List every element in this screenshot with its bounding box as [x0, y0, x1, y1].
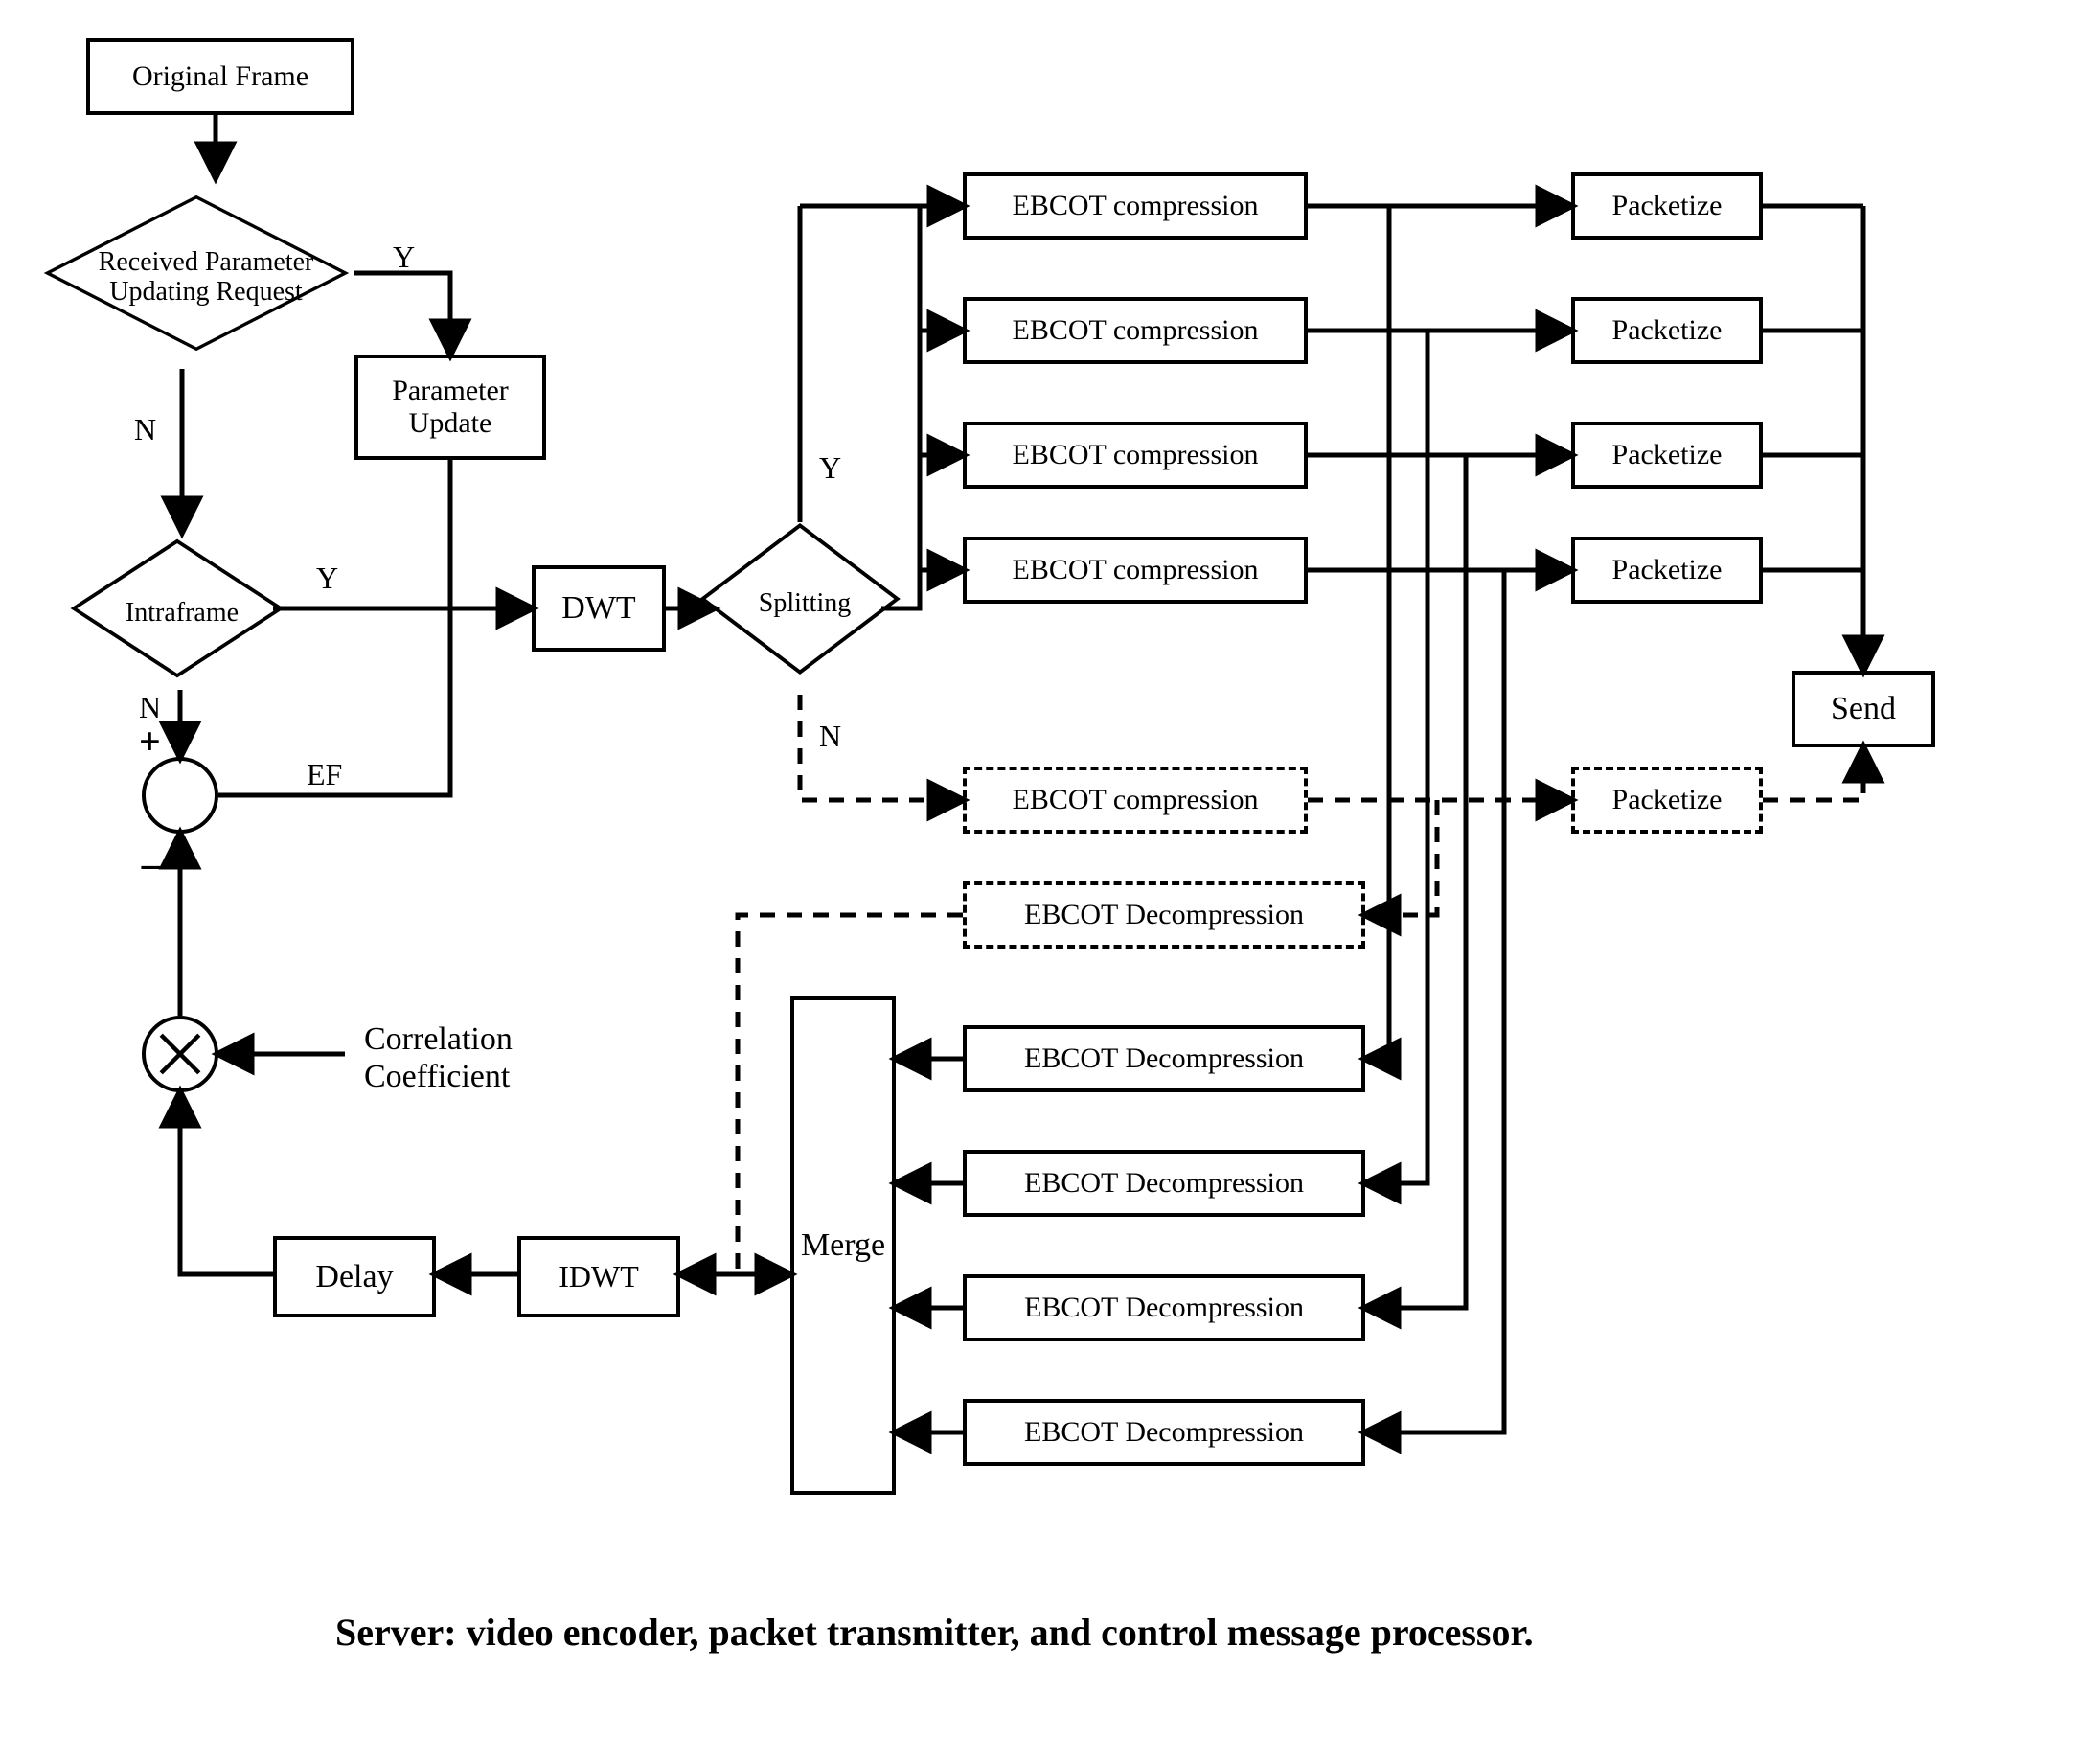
caption-text: Server: video encoder, packet transmitte…	[335, 1611, 1534, 1654]
original-frame-label: Original Frame	[132, 60, 308, 94]
packetize-3-label: Packetize	[1612, 439, 1723, 472]
minus-label: −	[139, 843, 163, 892]
multiplier-circle	[142, 1016, 218, 1092]
parameter-update-label: Parameter Update	[366, 375, 535, 441]
packetize-1: Packetize	[1571, 172, 1763, 240]
ebcot-decomp-2: EBCOT Decompression	[963, 1150, 1365, 1217]
ebcot-comp-dashed: EBCOT compression	[963, 767, 1308, 834]
param-n-label: N	[134, 412, 156, 447]
packetize-dashed-label: Packetize	[1612, 784, 1723, 817]
ebcot-comp-2-label: EBCOT compression	[1013, 314, 1259, 348]
dwt-box: DWT	[532, 565, 666, 652]
ef-label: EF	[307, 757, 342, 792]
ebcot-decomp-4-label: EBCOT Decompression	[1024, 1416, 1304, 1450]
packetize-4: Packetize	[1571, 537, 1763, 604]
packetize-dashed: Packetize	[1571, 767, 1763, 834]
packetize-3: Packetize	[1571, 422, 1763, 489]
ebcot-decomp-1-label: EBCOT Decompression	[1024, 1042, 1304, 1076]
merge-label: Merge	[801, 1226, 885, 1264]
subtractor-circle	[142, 757, 218, 834]
intraframe-label: Intraframe	[126, 599, 239, 629]
splitting-label: Splitting	[759, 589, 851, 619]
send-label: Send	[1831, 690, 1896, 727]
packetize-4-label: Packetize	[1612, 554, 1723, 587]
ebcot-comp-2: EBCOT compression	[963, 297, 1308, 364]
ebcot-comp-dashed-label: EBCOT compression	[1013, 784, 1259, 817]
intra-y-label: Y	[316, 561, 338, 596]
ebcot-decomp-dashed-label: EBCOT Decompression	[1024, 899, 1304, 932]
correlation-label: Correlation Coefficient	[364, 1020, 513, 1095]
packetize-2-label: Packetize	[1612, 314, 1723, 348]
ebcot-decomp-3-label: EBCOT Decompression	[1024, 1292, 1304, 1325]
idwt-label: IDWT	[559, 1259, 639, 1294]
param-y-label: Y	[393, 240, 415, 275]
ebcot-comp-1-label: EBCOT compression	[1013, 190, 1259, 223]
split-n-label: N	[819, 719, 841, 754]
split-y-label: Y	[819, 450, 841, 486]
delay-box: Delay	[273, 1236, 436, 1317]
diagram-canvas: Original Frame Parameter Update DWT EBCO…	[0, 0, 2100, 1740]
merge-box: Merge	[790, 996, 896, 1495]
param-decision-label: Received Parameter Updating Request	[99, 248, 314, 308]
packetize-1-label: Packetize	[1612, 190, 1723, 223]
ebcot-decomp-1: EBCOT Decompression	[963, 1025, 1365, 1092]
packetize-2: Packetize	[1571, 297, 1763, 364]
ebcot-decomp-3: EBCOT Decompression	[963, 1274, 1365, 1341]
diagram-caption: Server: video encoder, packet transmitte…	[335, 1610, 1534, 1655]
ebcot-comp-3: EBCOT compression	[963, 422, 1308, 489]
ebcot-comp-4: EBCOT compression	[963, 537, 1308, 604]
intra-n-label: N	[139, 690, 161, 725]
ebcot-decomp-2-label: EBCOT Decompression	[1024, 1167, 1304, 1201]
ebcot-decomp-dashed: EBCOT Decompression	[963, 881, 1365, 949]
dwt-label: DWT	[561, 589, 635, 627]
ebcot-comp-3-label: EBCOT compression	[1013, 439, 1259, 472]
ebcot-comp-1: EBCOT compression	[963, 172, 1308, 240]
send-box: Send	[1792, 671, 1935, 747]
plus-label: +	[139, 719, 161, 764]
delay-label: Delay	[315, 1258, 393, 1295]
ebcot-decomp-4: EBCOT Decompression	[963, 1399, 1365, 1466]
ebcot-comp-4-label: EBCOT compression	[1013, 554, 1259, 587]
idwt-box: IDWT	[517, 1236, 680, 1317]
original-frame-box: Original Frame	[86, 38, 354, 115]
parameter-update-box: Parameter Update	[354, 355, 546, 460]
